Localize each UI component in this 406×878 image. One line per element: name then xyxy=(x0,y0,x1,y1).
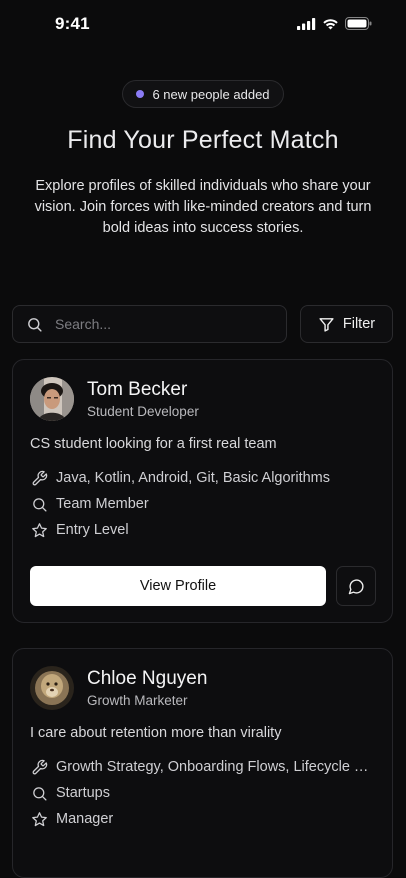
filter-icon xyxy=(318,315,336,333)
star-icon xyxy=(30,521,48,539)
profile-card: Chloe Nguyen Growth Marketer I care abou… xyxy=(12,648,393,878)
message-circle-icon xyxy=(347,577,365,595)
page-title: Find Your Perfect Match xyxy=(67,126,339,154)
filter-button[interactable]: Filter xyxy=(300,305,393,343)
skills-row: Growth Strategy, Onboarding Flows, Lifec… xyxy=(30,758,371,776)
badge-dot-icon xyxy=(136,90,145,98)
avatar[interactable] xyxy=(30,666,74,710)
profile-card: Tom Becker Student Developer CS student … xyxy=(12,359,393,623)
level-text: Manager xyxy=(56,811,114,827)
wifi-icon xyxy=(322,17,339,35)
search-box[interactable] xyxy=(12,305,287,343)
message-button[interactable] xyxy=(336,566,376,606)
skills-row: Java, Kotlin, Android, Git, Basic Algori… xyxy=(30,469,330,487)
level-row: Entry Level xyxy=(30,521,129,539)
profile-bio: CS student looking for a first real team xyxy=(30,436,277,452)
page-subtitle: Explore profiles of skilled individuals … xyxy=(34,178,372,236)
search-icon xyxy=(30,784,48,802)
status-time: 9:41 xyxy=(55,14,90,33)
status-icons xyxy=(297,17,372,35)
skills-text: Java, Kotlin, Android, Git, Basic Algori… xyxy=(56,470,331,486)
wrench-icon xyxy=(30,469,48,487)
profile-bio: I care about retention more than viralit… xyxy=(30,725,282,741)
filter-label: Filter xyxy=(342,316,376,332)
profile-name: Tom Becker xyxy=(87,379,188,400)
profile-name: Chloe Nguyen xyxy=(87,668,208,689)
badge-container: 6 new people added xyxy=(0,80,406,108)
looking-for-row: Startups xyxy=(30,784,110,802)
looking-for-text: Team Member xyxy=(56,496,149,512)
search-input[interactable] xyxy=(53,315,267,333)
profile-role: Growth Marketer xyxy=(87,693,188,708)
looking-for-text: Startups xyxy=(56,785,110,801)
cellular-signal-icon xyxy=(297,17,316,35)
wrench-icon xyxy=(30,758,48,776)
view-profile-button[interactable]: View Profile xyxy=(30,566,326,606)
avatar[interactable] xyxy=(30,377,74,421)
profile-role: Student Developer xyxy=(87,404,199,419)
search-icon xyxy=(30,495,48,513)
new-people-badge: 6 new people added xyxy=(122,80,284,108)
skills-text: Growth Strategy, Onboarding Flows, Lifec… xyxy=(56,759,371,775)
battery-icon xyxy=(345,17,372,35)
star-icon xyxy=(30,810,48,828)
level-row: Manager xyxy=(30,810,113,828)
badge-text: 6 new people added xyxy=(152,86,270,102)
level-text: Entry Level xyxy=(56,522,129,538)
search-icon xyxy=(25,315,43,333)
status-bar: 9:41 xyxy=(0,0,406,50)
looking-for-row: Team Member xyxy=(30,495,149,513)
